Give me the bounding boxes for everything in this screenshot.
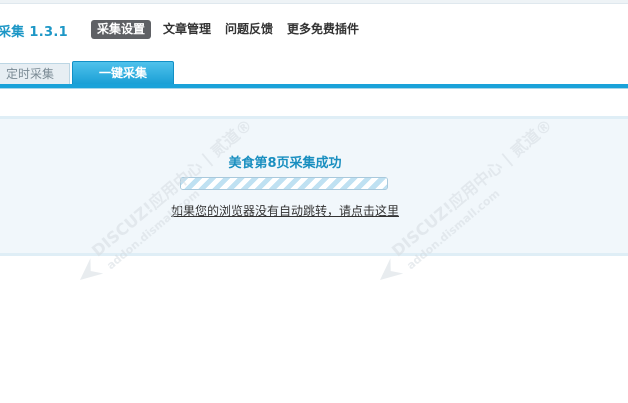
top-nav: 采集设置 文章管理 问题反馈 更多免费插件 — [91, 20, 361, 39]
top-border — [0, 0, 628, 4]
nav-article-management[interactable]: 文章管理 — [161, 20, 213, 39]
tab-strip: 定时采集 一键采集 — [0, 61, 628, 85]
plugin-title: 采集 1.3.1 — [0, 25, 68, 40]
tab-timed-collect[interactable]: 定时采集 — [0, 63, 70, 84]
tab-oneclick-collect[interactable]: 一键采集 — [72, 61, 174, 84]
nav-feedback[interactable]: 问题反馈 — [223, 20, 275, 39]
status-panel: 美食第8页采集成功 如果您的浏览器没有自动跳转，请点击这里 — [0, 116, 628, 256]
nav-collect-settings[interactable]: 采集设置 — [91, 20, 152, 39]
redirect-link[interactable]: 如果您的浏览器没有自动跳转，请点击这里 — [0, 202, 570, 219]
tab-underline-shade — [0, 88, 628, 89]
nav-more-plugins[interactable]: 更多免费插件 — [285, 20, 361, 39]
status-message: 美食第8页采集成功 — [228, 156, 342, 171]
progress-bar — [180, 177, 388, 190]
plugin-header: 采集 1.3.1 采集设置 文章管理 问题反馈 更多免费插件 — [0, 16, 628, 44]
progress-fill — [181, 178, 387, 189]
